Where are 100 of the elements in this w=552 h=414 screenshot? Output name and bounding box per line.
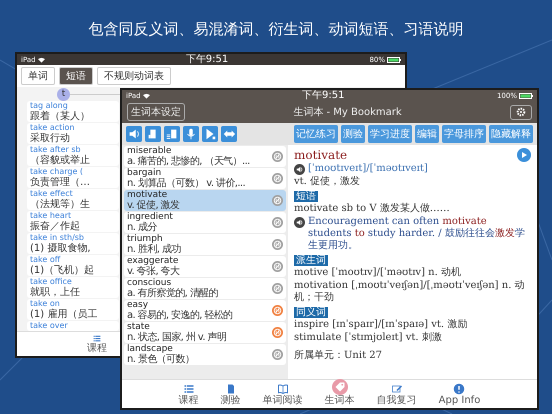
window-title: 生词本 - My Bookmark <box>293 106 402 119</box>
entry-line: motivate sb to V 激发某人做…… <box>294 203 450 215</box>
play-icon[interactable] <box>517 148 531 162</box>
arrows-icon[interactable] <box>221 126 237 142</box>
phrase-meaning: 振奋／作起 <box>30 221 81 232</box>
phrase-meaning: 就职，上任 <box>30 287 81 298</box>
word-term: conscious <box>127 278 172 288</box>
word-meaning: n. 成分 <box>127 222 158 233</box>
word-item[interactable]: motivate v. 促使, 激发 <box>124 190 286 211</box>
word-meaning: a. 容易的, 安逸的, 轻松的 <box>127 310 234 321</box>
phrase-item[interactable]: take off (1)（飞机）起 <box>27 255 119 276</box>
status-icon[interactable] <box>272 305 283 316</box>
entry-line: motivation [ˌmoʊtɪˈveɪʃən]/[ˌməʊtɪˈveɪʃən] n. 动机；干劲 <box>294 280 526 304</box>
phrase-item[interactable]: take in sth/sb (1) 摄取食物, <box>27 233 119 254</box>
phrase-item[interactable]: take action 采取行动 <box>27 123 119 144</box>
document-icon[interactable] <box>145 126 161 142</box>
pencil-icon <box>390 383 403 395</box>
word-term: easy <box>127 300 150 310</box>
tab-bar-item[interactable]: 测验 <box>216 380 245 408</box>
status-icon[interactable] <box>272 217 283 228</box>
phrase-term: take off <box>30 255 62 265</box>
word-item[interactable]: miserable a. 痛苦的, 悲惨的, （天气）... <box>124 146 286 167</box>
microphone-icon[interactable] <box>183 126 199 142</box>
word-item[interactable]: ingredient n. 成分 <box>124 212 286 233</box>
play-icon[interactable] <box>202 126 218 142</box>
word-meaning: n. 划算品（可数） v. 讲价,... <box>127 178 246 189</box>
clock: 下午9:51 <box>186 54 228 65</box>
word-meaning: a. 有所察觉的, 清醒的 <box>127 288 220 299</box>
tab-bar-item[interactable]: 生词本 <box>320 380 359 408</box>
phrase-meaning: （容貌或举止 <box>30 155 91 166</box>
tab-bar-item[interactable]: 课程 <box>83 332 111 356</box>
phrase-term: tag along <box>30 101 69 110</box>
status-icon[interactable] <box>272 327 283 338</box>
phrase-term: take over <box>30 321 69 331</box>
settings-button[interactable]: 生词本设定 <box>127 103 185 121</box>
section-label: 同义词 <box>294 307 328 318</box>
word-item[interactable]: conscious a. 有所察觉的, 清醒的 <box>124 278 286 299</box>
word-term: triumph <box>127 234 163 244</box>
phrase-item[interactable]: take office 就职，上任 <box>27 277 119 298</box>
phrase-item[interactable]: take after sb （容貌或举止 <box>27 145 119 166</box>
tab-bar-item[interactable]: 单词阅读 <box>258 380 307 408</box>
phrase-term: take charge ( <box>30 167 84 176</box>
entry-line: stimulate [ˈstɪmjʊleɪt] vt. 刺激 <box>294 332 442 344</box>
wifi-icon <box>142 92 150 98</box>
settings-button[interactable] <box>510 104 532 120</box>
tab-bar-item[interactable]: 自我复习 <box>372 380 421 408</box>
word-meaning: n. 景色（可数） <box>127 354 196 365</box>
phrase-term: take heart <box>30 211 72 220</box>
word-term: miserable <box>127 146 172 156</box>
entry-line: inspire [ɪnˈspaɪr]/[ɪnˈspaɪə] vt. 激励 <box>294 319 468 331</box>
segment-tab[interactable]: 单词 <box>21 67 55 85</box>
word-item[interactable]: triumph n. 胜利, 成功 <box>124 234 286 255</box>
speaker-icon[interactable] <box>294 217 305 228</box>
word-item[interactable]: bargain n. 划算品（可数） v. 讲价,... <box>124 168 286 189</box>
list-icon <box>182 383 195 395</box>
phrase-meaning: (1) 雇用（员工 <box>30 309 98 320</box>
phrase-item[interactable]: take charge ( 负责管理（… <box>27 167 119 188</box>
phrase-item[interactable]: take heart 振奋／作起 <box>27 211 119 232</box>
word-item[interactable]: easy a. 容易的, 安逸的, 轻松的 <box>124 300 286 321</box>
word-meaning: n. 状态, 国家, 州 v. 声明 <box>127 332 228 343</box>
word-meaning: a. 痛苦的, 悲惨的, （天气）... <box>127 156 251 167</box>
status-icon[interactable] <box>272 239 283 250</box>
word-meaning: v. 促使, 激发 <box>127 200 180 211</box>
status-icon[interactable] <box>272 151 283 162</box>
phrase-item[interactable]: take over <box>27 321 119 331</box>
document-list-icon[interactable] <box>164 126 180 142</box>
status-icon[interactable] <box>272 261 283 272</box>
speaker-icon[interactable] <box>294 164 305 175</box>
word-term: state <box>127 322 150 332</box>
section-label: 派生词 <box>294 255 328 266</box>
word-term: bargain <box>127 168 162 178</box>
word-item[interactable]: exaggerate v. 夸张, 夸大 <box>124 256 286 277</box>
phrase-item[interactable]: tag along 跟着（某人） <box>27 101 119 122</box>
info-icon <box>453 383 466 395</box>
battery-icon <box>387 56 401 62</box>
segment-tab[interactable]: 短语 <box>59 67 93 85</box>
status-icon[interactable] <box>272 349 283 360</box>
status-icon[interactable] <box>272 195 283 206</box>
phrase-term: take effect <box>30 189 74 198</box>
segment-tab[interactable]: 不规则动词表 <box>97 67 171 85</box>
wifi-icon <box>38 56 45 62</box>
phrase-item[interactable]: take effect （法规等）生 <box>27 189 119 210</box>
phrase-term: take on <box>30 299 61 308</box>
tab-bar-item[interactable]: 课程 <box>174 380 203 408</box>
status-icon[interactable] <box>272 173 283 184</box>
word-item[interactable]: state n. 状态, 国家, 州 v. 声明 <box>124 322 286 343</box>
status-icon[interactable] <box>272 283 283 294</box>
phrase-meaning: （法规等）生 <box>30 199 91 210</box>
phrase-term: take in sth/sb <box>30 233 86 243</box>
word-item[interactable]: landscape n. 景色（可数） <box>124 344 286 365</box>
word-meaning: n. 胜利, 成功 <box>127 244 182 255</box>
example-sentence: Encouragement can often motivate students to study harder. / 鼓励往往会激发学生更用功。 <box>308 216 526 252</box>
battery-icon <box>518 92 533 98</box>
phrase-item[interactable]: take on (1) 雇用（员工 <box>27 299 119 320</box>
phrase-meaning: (1)（飞机）起 <box>30 265 96 276</box>
book-icon <box>276 383 289 395</box>
word-term: motivate <box>127 190 168 200</box>
phonetic: [ˈmoʊtɪveɪt]/[ˈməʊtɪveɪt] <box>308 163 428 175</box>
definition: vt. 促使，激发 <box>294 176 360 188</box>
tab-bar-item[interactable]: App Info <box>434 380 484 408</box>
